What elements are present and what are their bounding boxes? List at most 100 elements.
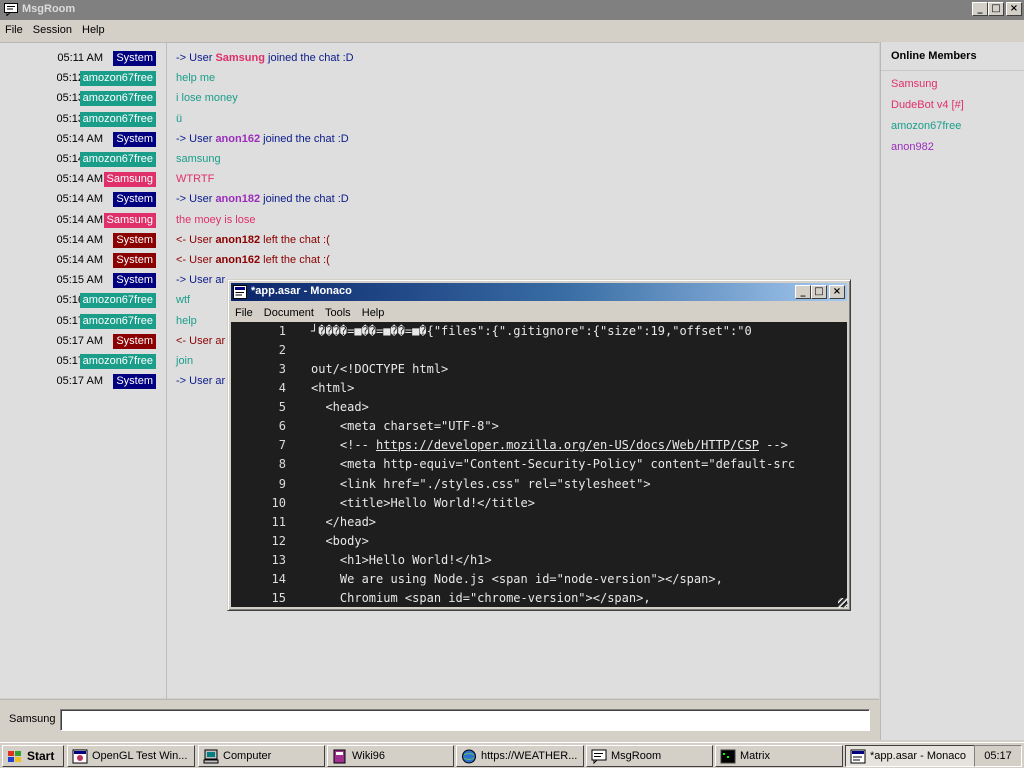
- monaco-menu-file[interactable]: File: [231, 304, 257, 319]
- monaco-menubar: File Document Tools Help: [231, 304, 847, 322]
- taskbar-item[interactable]: Wiki96: [327, 745, 454, 767]
- message-text: help me: [176, 72, 215, 84]
- message-user-badge[interactable]: amozon67free: [79, 91, 156, 107]
- line-number: 8: [278, 457, 286, 472]
- taskbar-item-label: Computer: [223, 750, 272, 762]
- line-code: out/<!DOCTYPE html>: [311, 362, 449, 377]
- taskbar-item-label: Wiki96: [352, 750, 386, 762]
- members-heading: Online Members: [891, 50, 977, 62]
- message-user-badge[interactable]: amozon67free: [79, 354, 156, 369]
- message-user-badge[interactable]: System: [113, 253, 156, 268]
- message-fragment: joined the chat :D: [260, 193, 349, 206]
- monaco-titlebar[interactable]: *app.asar - Monaco _ □ ×: [231, 283, 847, 301]
- member-item[interactable]: anon982: [891, 141, 934, 153]
- taskbar-item[interactable]: https://WEATHER...: [456, 745, 584, 767]
- message-user-badge[interactable]: System: [113, 374, 156, 390]
- monaco-menu-help[interactable]: Help: [358, 304, 389, 319]
- editor-line: 9 <link href="./styles.css" rel="stylesh…: [231, 477, 847, 496]
- line-code: <title>Hello World!</title>: [311, 495, 535, 510]
- editor-line: 8 <meta http-equiv="Content-Security-Pol…: [231, 457, 847, 476]
- line-number: 10: [271, 495, 286, 510]
- line-number: 15: [271, 590, 286, 605]
- system-clock: 05:17: [974, 745, 1022, 767]
- member-item[interactable]: Samsung: [891, 78, 937, 90]
- message-text: samsung: [176, 153, 221, 165]
- menubar: File Session Help: [0, 21, 1024, 41]
- message-text: <- User ar: [176, 335, 225, 347]
- msgroom-titlebar[interactable]: MsgRoom _ □ ×: [0, 0, 1024, 20]
- editor-line: 2: [231, 343, 847, 362]
- message-fragment: help: [176, 314, 197, 327]
- line-code: We are using Node.js <span id="node-vers…: [311, 571, 723, 586]
- menu-help[interactable]: Help: [77, 21, 105, 36]
- monaco-menu-tools[interactable]: Tools: [321, 304, 355, 319]
- message-fragment: left the chat :(: [260, 254, 330, 266]
- message-timestamp: 05:14 AM: [56, 233, 103, 246]
- message-text: <- User anon182 left the chat :(: [176, 234, 330, 246]
- message-timestamp: 05:17 AM: [56, 334, 103, 347]
- code-link[interactable]: https://developer.mozilla.org/en-US/docs…: [376, 438, 759, 452]
- message-user-badge[interactable]: amozon67free: [79, 71, 156, 87]
- window-title: MsgRoom: [22, 3, 76, 15]
- message-text: -> User Samsung joined the chat :D: [176, 52, 354, 64]
- message-user-badge[interactable]: amozon67free: [79, 152, 156, 167]
- message-text: <- User anon162 left the chat :(: [176, 254, 330, 266]
- members-divider: [881, 70, 1024, 71]
- message-user-badge[interactable]: System: [113, 333, 156, 349]
- message-text: i lose money: [176, 92, 238, 104]
- monaco-minimize-button[interactable]: _: [795, 285, 811, 299]
- maximize-button[interactable]: □: [988, 2, 1004, 16]
- taskbar-item[interactable]: MsgRoom: [586, 745, 713, 767]
- line-code: <html>: [311, 381, 355, 396]
- browser-icon: [462, 749, 476, 764]
- chat-message-row: 05:14 AM System <- User anon162 left the c…: [0, 251, 879, 271]
- monaco-maximize-button[interactable]: □: [811, 285, 827, 299]
- message-username: anon162: [215, 254, 261, 266]
- chat-message-row: 05:14 AM Samsung WTRTF: [0, 170, 879, 190]
- message-user-badge[interactable]: amozon67free: [79, 111, 156, 127]
- message-fragment: -> User ar: [176, 274, 226, 287]
- message-user-badge[interactable]: System: [113, 273, 156, 289]
- close-button[interactable]: ×: [1006, 2, 1022, 16]
- member-item[interactable]: DudeBot v4 [#]: [891, 99, 964, 111]
- chat-message-row: 05:14 AM System <- User anon182 left the c…: [0, 231, 879, 251]
- message-fragment: joined the chat :D: [260, 132, 349, 145]
- message-user-badge[interactable]: amozon67free: [79, 293, 156, 309]
- start-button[interactable]: Start: [2, 745, 64, 767]
- message-fragment: join: [176, 355, 194, 367]
- member-item[interactable]: amozon67free: [891, 120, 961, 132]
- message-input[interactable]: [60, 709, 870, 731]
- message-user-badge[interactable]: Samsung: [103, 212, 156, 228]
- taskbar-item[interactable]: Matrix: [715, 745, 843, 767]
- message-user-badge[interactable]: System: [113, 131, 156, 147]
- message-user-badge[interactable]: Samsung: [103, 172, 156, 188]
- line-number: 7: [278, 438, 286, 453]
- message-text: join: [176, 355, 193, 367]
- editor-line: 15 Chromium <span id="chrome-version"></…: [231, 591, 847, 607]
- taskbar-item[interactable]: OpenGL Test Win...: [67, 745, 195, 767]
- message-fragment: i lose money: [176, 92, 238, 105]
- minimize-button[interactable]: _: [972, 2, 988, 16]
- taskbar-item-label: *app.asar - Monaco: [870, 750, 966, 762]
- message-user-badge[interactable]: System: [113, 192, 156, 208]
- message-text: ü: [176, 113, 182, 125]
- taskbar-item-label: https://WEATHER...: [481, 750, 578, 762]
- taskbar: Start OpenGL Test Win... Computer Wiki96 ht…: [0, 742, 1024, 768]
- monaco-menu-document[interactable]: Document: [260, 304, 318, 319]
- message-user-badge[interactable]: System: [113, 51, 156, 66]
- menu-file[interactable]: File: [0, 21, 23, 36]
- resize-grip[interactable]: [838, 598, 848, 608]
- windows-logo-icon: [8, 751, 21, 762]
- message-user-badge[interactable]: System: [113, 232, 156, 248]
- line-code: <meta http-equiv="Content-Security-Polic…: [311, 457, 796, 472]
- taskbar-item[interactable]: *app.asar - Monaco: [845, 745, 975, 767]
- message-fragment: -> User ar: [176, 375, 226, 388]
- code-editor[interactable]: 1 ┘����=■��=■��=■�{"files":{".gitignore":…: [231, 322, 847, 607]
- taskbar-item[interactable]: Computer: [198, 745, 325, 767]
- editor-line: 3 out/<!DOCTYPE html>: [231, 362, 847, 381]
- input-bar: Samsung: [0, 699, 879, 740]
- monaco-close-button[interactable]: ×: [829, 285, 845, 299]
- editor-line: 12 <body>: [231, 534, 847, 553]
- message-user-badge[interactable]: amozon67free: [79, 313, 156, 329]
- menu-session[interactable]: Session: [28, 21, 72, 36]
